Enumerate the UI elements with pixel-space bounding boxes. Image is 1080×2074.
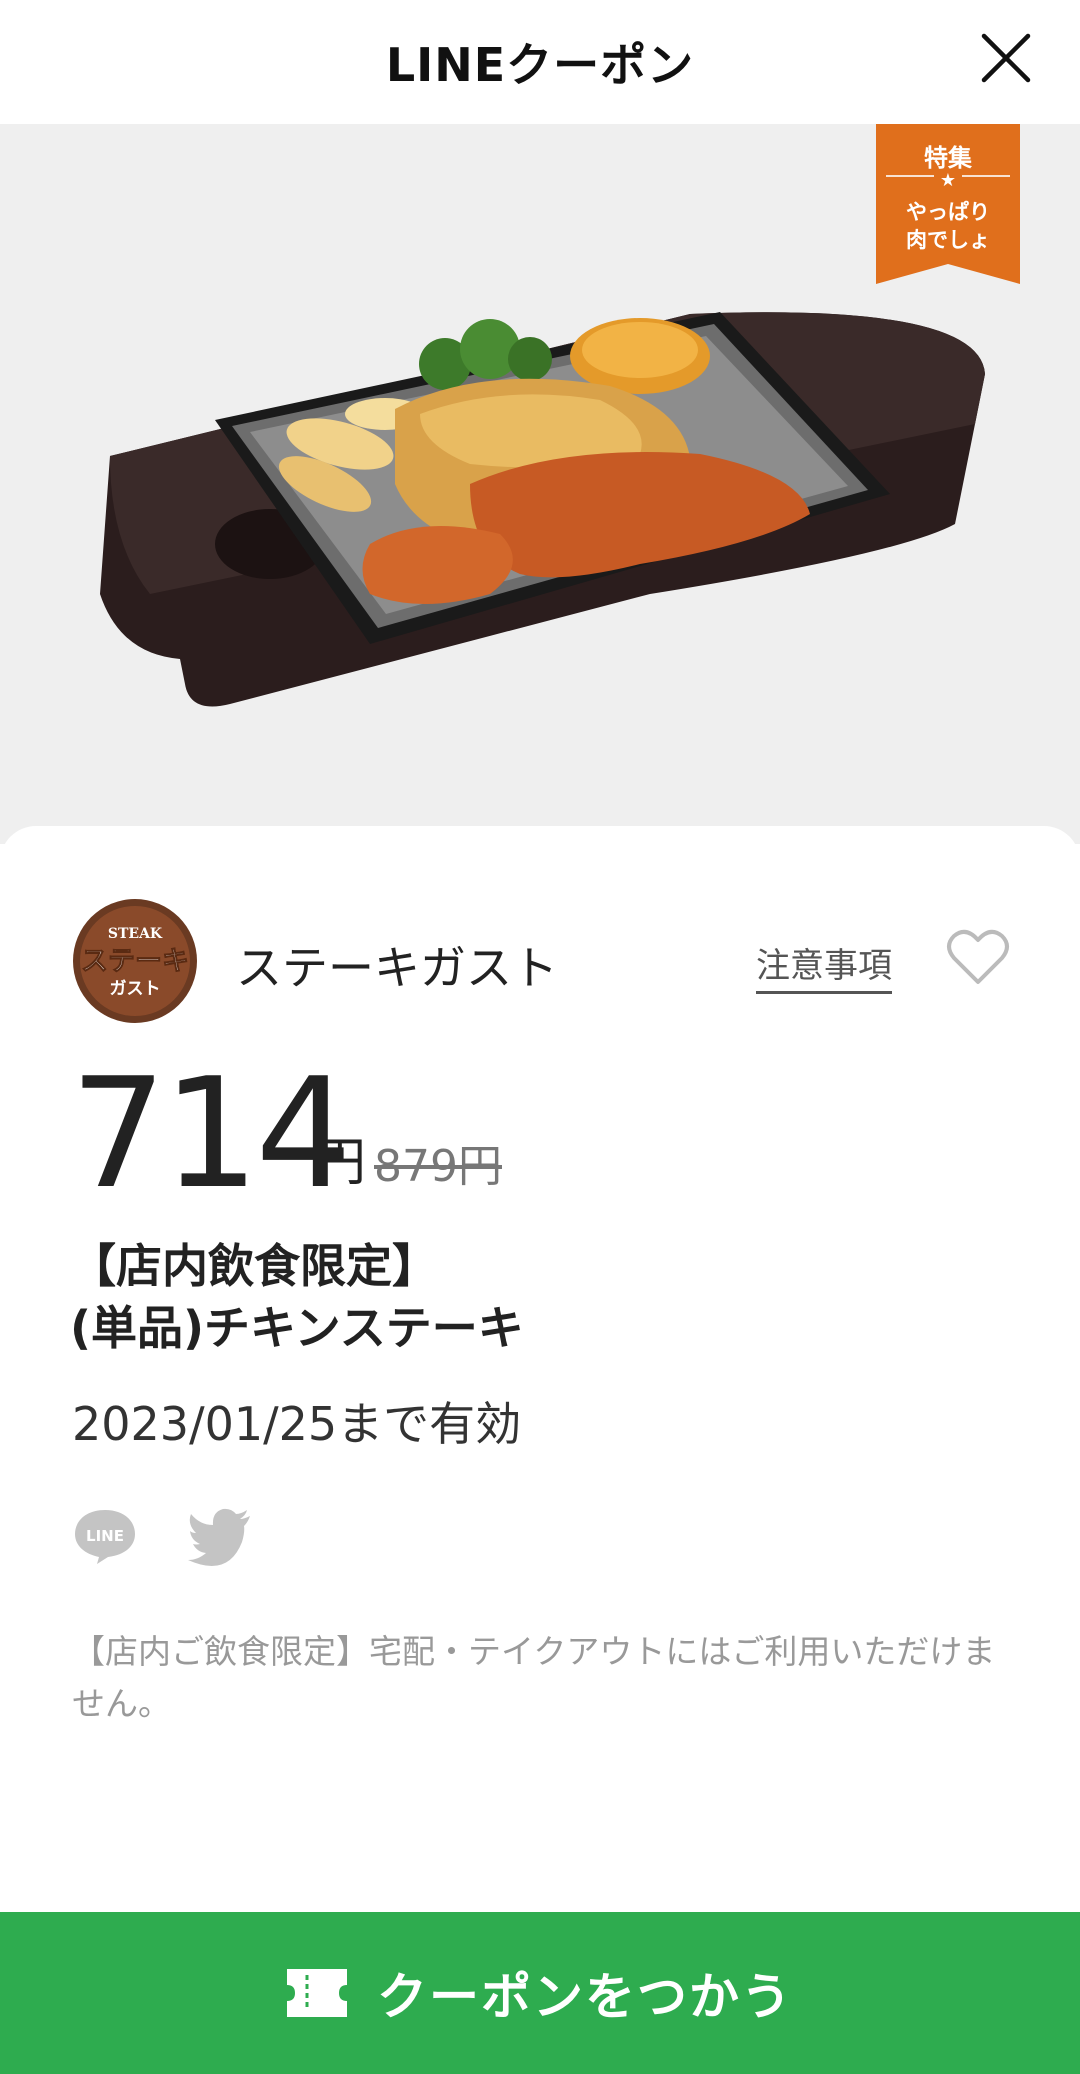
coupon-card: STEAK ステーキ ガスト ステーキガスト 注意事項 714 円 879円 【… <box>0 826 1080 1912</box>
coupon-title-line-1: 【店内飲食限定】 <box>70 1239 438 1293</box>
twitter-share-icon[interactable] <box>188 1506 254 1566</box>
price-current: 714 <box>70 1045 352 1222</box>
app-header: LINEクーポン <box>0 0 1080 124</box>
usage-note: 【店内ご飲食限定】宅配・テイクアウトにはご利用いただけません。 <box>72 1632 996 1723</box>
feature-badge[interactable]: 特集 ★ やっぱり 肉でしょ <box>876 124 1020 284</box>
shop-name: ステーキガスト <box>236 941 558 995</box>
coupon-title-line-2: (単品)チキンステーキ <box>70 1301 524 1355</box>
badge-line-1: やっぱり <box>906 200 990 224</box>
price-unit: 円 <box>314 1133 367 1193</box>
shop-logo: STEAK ステーキ ガスト <box>73 899 197 1023</box>
svg-text:STEAK: STEAK <box>108 926 163 942</box>
heart-icon[interactable] <box>946 928 1010 986</box>
use-coupon-button[interactable]: クーポンをつかう <box>0 1912 1080 2074</box>
notice-link[interactable]: 注意事項 <box>756 938 892 994</box>
badge-star: ★ <box>939 170 957 191</box>
badge-title: 特集 <box>924 144 972 172</box>
close-icon[interactable] <box>978 30 1034 86</box>
valid-until: 2023/01/25まで有効 <box>72 1397 522 1451</box>
badge-line-2: 肉でしょ <box>906 228 990 252</box>
svg-text:ステーキ: ステーキ <box>81 946 189 977</box>
line-share-icon[interactable]: LINE <box>72 1506 138 1566</box>
svg-text:ガスト: ガスト <box>110 979 161 999</box>
price-original: 879円 <box>374 1141 502 1192</box>
page-title: LINEクーポン <box>385 38 695 92</box>
use-coupon-label: クーポンをつかう <box>377 1968 793 2026</box>
svg-text:LINE: LINE <box>86 1527 124 1545</box>
ticket-icon <box>287 1969 347 2017</box>
